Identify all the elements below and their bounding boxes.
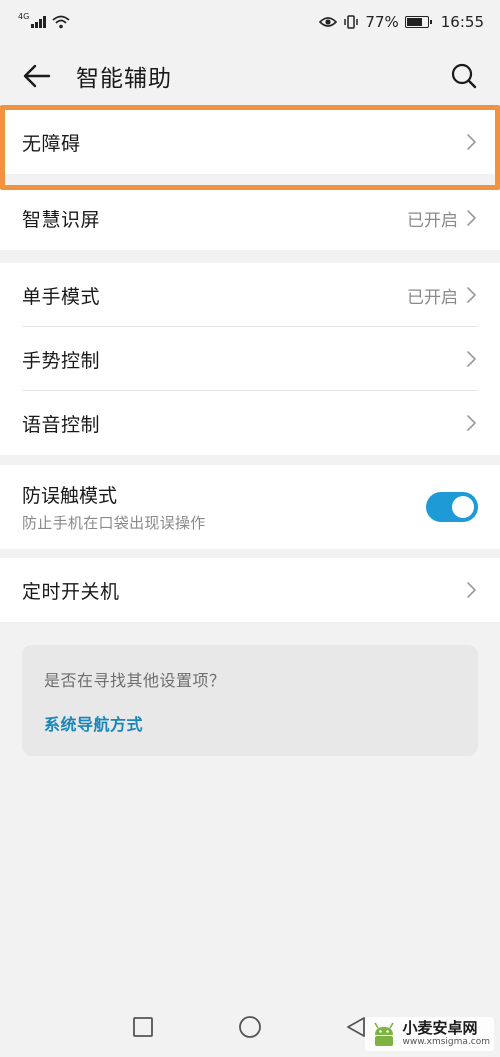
battery-percent: 77% (365, 13, 399, 31)
clock: 16:55 (440, 13, 484, 31)
chevron-right-icon (466, 580, 478, 600)
row-value: 已开启 (407, 287, 458, 308)
accidental-touch-toggle[interactable] (426, 492, 478, 522)
watermark-text: 小麦安卓网 www.xmsigma.com (403, 1021, 490, 1047)
chevron-right-icon (466, 349, 478, 369)
status-bar: 4G 77% 16:55 (0, 0, 500, 44)
suggestion-question: 是否在寻找其他设置项？ (44, 671, 226, 690)
chevron-right-icon (466, 413, 478, 433)
row-smart-screen[interactable]: 智慧识屏 已开启 (0, 186, 500, 250)
row-texts: 防误触模式 防止手机在口袋出现误操作 (22, 481, 426, 533)
row-accidental-touch[interactable]: 防误触模式 防止手机在口袋出现误操作 (0, 465, 500, 549)
row-one-hand-mode[interactable]: 单手模式 已开启 (0, 263, 500, 327)
row-label: 手势控制 (22, 349, 101, 372)
watermark-name: 小麦安卓网 (402, 1019, 478, 1037)
row-label: 语音控制 (22, 413, 101, 436)
chevron-right-icon (466, 208, 478, 228)
row-gesture-control[interactable]: 手势控制 (0, 327, 500, 391)
row-label: 单手模式 (22, 285, 101, 308)
row-voice-control[interactable]: 语音控制 (0, 391, 500, 455)
status-left: 4G (18, 11, 70, 29)
suggestion-card: 是否在寻找其他设置项？ 系统导航方式 (22, 645, 478, 756)
row-value: 已开启 (407, 210, 458, 231)
back-button[interactable] (0, 44, 76, 108)
recent-apps-button[interactable] (130, 1014, 156, 1040)
group-gap (0, 174, 500, 186)
settings-group-2: 单手模式 已开启 手势控制 语音控制 (0, 263, 500, 455)
status-right: 77% 16:55 (319, 13, 484, 31)
row-subtitle: 防止手机在口袋出现误操作 (22, 514, 206, 532)
watermark-url: www.xmsigma.com (402, 1037, 490, 1047)
toggle-knob (452, 496, 474, 518)
battery-icon (404, 16, 432, 28)
eye-comfort-icon (319, 17, 338, 27)
search-icon (451, 63, 477, 89)
page-title: 智能辅助 (76, 66, 172, 92)
suggestion-link[interactable]: 系统导航方式 (44, 711, 456, 735)
row-label: 无障碍 (22, 132, 81, 155)
signal-icon (31, 16, 46, 28)
row-scheduled-power[interactable]: 定时开关机 (0, 558, 500, 622)
chevron-right-icon (466, 132, 478, 152)
wifi-icon (52, 15, 70, 29)
arrow-left-icon (23, 64, 51, 88)
settings-group-4: 定时开关机 (0, 558, 500, 622)
row-label: 定时开关机 (22, 580, 120, 603)
chevron-right-icon (466, 285, 478, 305)
home-button[interactable] (237, 1014, 263, 1040)
square-icon (133, 1017, 153, 1037)
row-label: 防误触模式 (22, 485, 118, 507)
watermark: 小麦安卓网 www.xmsigma.com (364, 1017, 494, 1051)
app-bar: 智能辅助 (0, 44, 500, 108)
row-label: 智慧识屏 (22, 208, 101, 231)
row-accessibility[interactable]: 无障碍 (0, 110, 500, 174)
search-button[interactable] (428, 44, 500, 108)
settings-group-1: 无障碍 智慧识屏 已开启 (0, 110, 500, 250)
settings-group-3: 防误触模式 防止手机在口袋出现误操作 (0, 465, 500, 549)
vibrate-icon (344, 15, 359, 29)
triangle-back-icon (347, 1017, 365, 1037)
android-logo-icon (373, 1022, 394, 1046)
network-type: 4G (18, 11, 30, 21)
circle-icon (239, 1016, 261, 1038)
